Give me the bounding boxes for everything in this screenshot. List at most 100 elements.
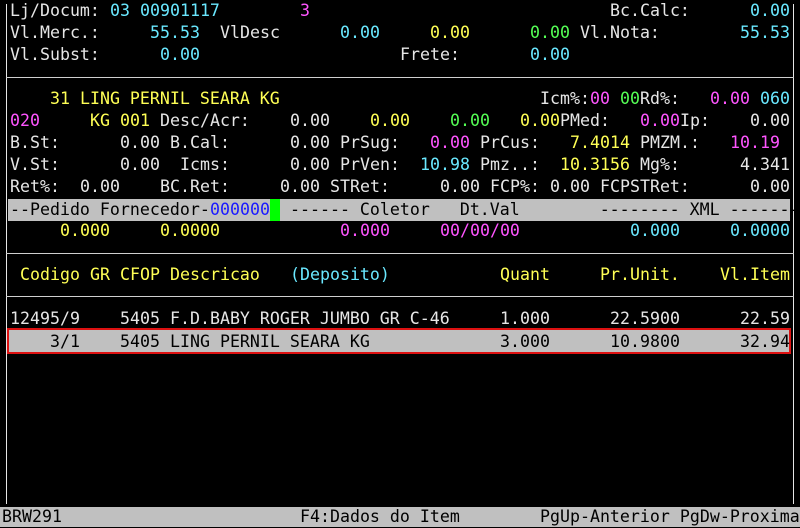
row-codigo: 3/1: [50, 332, 80, 351]
pmed-value: 0.00: [640, 111, 680, 130]
pmed-label: PMed:: [560, 111, 610, 130]
lj-docum-label: Lj/Docum:: [10, 1, 100, 20]
mg-value: 4.341: [740, 155, 790, 174]
pedido-band-right-text: ------ Coletor Dt.Val -------- XML -----…: [280, 200, 800, 219]
bst-label: B.St:: [10, 133, 60, 152]
bcret-label: BC.Ret:: [160, 177, 230, 196]
vl-subst-value: 0.00: [160, 45, 200, 64]
col-gr: GR: [90, 265, 110, 284]
stret-value: 0.00: [440, 177, 480, 196]
row-cfop: 5405: [120, 332, 160, 351]
row-descricao: LING PERNIL SEARA KG: [170, 332, 370, 351]
vl-merc-label: Vl.Merc.:: [10, 23, 100, 42]
xml-value-1: 0.000: [630, 221, 680, 240]
col-descricao: Descricao: [170, 265, 260, 284]
col-deposito: (Deposito): [290, 265, 390, 284]
desc-acr-value-2: 0.00: [370, 111, 410, 130]
row-cfop: 5405: [120, 309, 160, 328]
vl-nota-value: 55.53: [740, 23, 790, 42]
bc-calc-label: Bc.Calc:: [610, 1, 690, 20]
col-vlitem: Vl.Item: [720, 265, 790, 284]
icms-value: 0.00: [290, 155, 330, 174]
bcal-value: 0.00: [290, 133, 330, 152]
header-divider: [6, 77, 794, 78]
fcpstret-value: 0.00: [750, 177, 790, 196]
desc-acr-value-3: 0.00: [450, 111, 490, 130]
icm-label: Icm%:: [540, 89, 590, 108]
pedido-value-1: 0.000: [60, 221, 110, 240]
vl-merc-value: 55.53: [150, 23, 200, 42]
bcret-value: 0.00: [280, 177, 320, 196]
frete-value: 0.00: [530, 45, 570, 64]
rd-extra: 060: [760, 89, 790, 108]
page-navigation-hint[interactable]: PgUp-Anterior PgDw-Proxima: [540, 506, 800, 528]
col-cfop: CFOP: [120, 265, 160, 284]
desc-acr-value-4: 0.00: [520, 111, 560, 130]
bc-calc-value: 0.00: [750, 1, 790, 20]
table-row[interactable]: 12495/9 5405 F.D.BABY ROGER JUMBO GR C-4…: [8, 308, 790, 330]
row-prunit: 22.5900: [610, 309, 680, 328]
vst-value: 0.00: [120, 155, 160, 174]
prcus-value: 7.4014: [570, 133, 630, 152]
pmzm-value: 10.19: [730, 133, 780, 152]
row-vlitem: 22.59: [740, 309, 790, 328]
rd-label: Rd%:: [640, 89, 680, 108]
row-codigo: 12495/9: [10, 309, 80, 328]
vst-label: V.St:: [10, 155, 60, 174]
row-quant: 1.000: [500, 309, 550, 328]
table-header-divider: [6, 296, 794, 297]
f4-item-details-hint[interactable]: F4:Dados do Item: [300, 506, 460, 528]
docum-value: 00901117: [140, 1, 220, 20]
prcus-label: PrCus:: [480, 133, 540, 152]
rd-value: 0.00: [710, 89, 750, 108]
fcp-value: 0.00: [550, 177, 590, 196]
col-quant: Quant: [500, 265, 550, 284]
col-codigo: Codigo: [20, 265, 80, 284]
vl-subst-label: Vl.Subst:: [10, 45, 100, 64]
dt-val-value: 00/00/00: [440, 221, 520, 240]
col-prunit: Pr.Unit.: [600, 265, 680, 284]
rd-code: 00: [620, 89, 640, 108]
frete-label: Frete:: [400, 45, 460, 64]
fcpstret-label: FCPSTRet:: [600, 177, 690, 196]
row-quant: 3.000: [500, 332, 550, 351]
ret-value: 0.00: [80, 177, 120, 196]
prsug-value: 0.00: [430, 133, 470, 152]
fcp-label: FCP%:: [490, 177, 540, 196]
bcal-label: B.Cal:: [170, 133, 230, 152]
item-unit: KG 001: [90, 111, 150, 130]
vl-desc-value: 0.00: [340, 23, 380, 42]
vl-nota-label: Vl.Nota:: [580, 23, 660, 42]
row-vlitem: 32.94: [740, 332, 790, 351]
coletor-value: 0.000: [340, 221, 390, 240]
pedido-fornecedor-band: --Pedido Fornecedor- 000000 ------ Colet…: [8, 199, 800, 221]
item-title: 31 LING PERNIL SEARA KG: [50, 89, 280, 108]
ip-value: 0.00: [750, 111, 790, 130]
item-code: 020: [10, 111, 40, 130]
serie-value: 3: [300, 1, 310, 20]
icm-value: 00: [590, 89, 610, 108]
xml-value-2: 0.0000: [730, 221, 790, 240]
mg-label: Mg%:: [640, 155, 680, 174]
desc-acr-value: 0.00: [290, 111, 330, 130]
vl-desc-label: VlDesc: [220, 23, 280, 42]
right-border: [793, 4, 794, 504]
pmzm-label: PMZM.:: [640, 133, 700, 152]
bst-value: 0.00: [120, 133, 160, 152]
prven-label: PrVen:: [340, 155, 400, 174]
ret-label: Ret%:: [10, 177, 60, 196]
row-prunit: 10.9800: [610, 332, 680, 351]
stret-label: STRet:: [330, 177, 390, 196]
pedido-band-left-text: --Pedido Fornecedor-: [10, 200, 210, 219]
lj-value: 03: [110, 1, 130, 20]
text-cursor: [270, 199, 280, 221]
table-row-selected[interactable]: 3/1 5405 LING PERNIL SEARA KG 3.000 10.9…: [7, 328, 791, 354]
ip-label: Ip:: [680, 111, 710, 130]
status-bar: BRW291 F4:Dados do Item PgUp-Anterior Pg…: [0, 507, 800, 527]
desc-acr-label: Desc/Acr:: [160, 111, 250, 130]
prven-value: 10.98: [420, 155, 470, 174]
order-number-input[interactable]: 000000: [210, 199, 270, 221]
vl-desc-value-2: 0.00: [430, 23, 470, 42]
prsug-label: PrSug:: [340, 133, 400, 152]
pmz-value: 10.3156: [560, 155, 630, 174]
